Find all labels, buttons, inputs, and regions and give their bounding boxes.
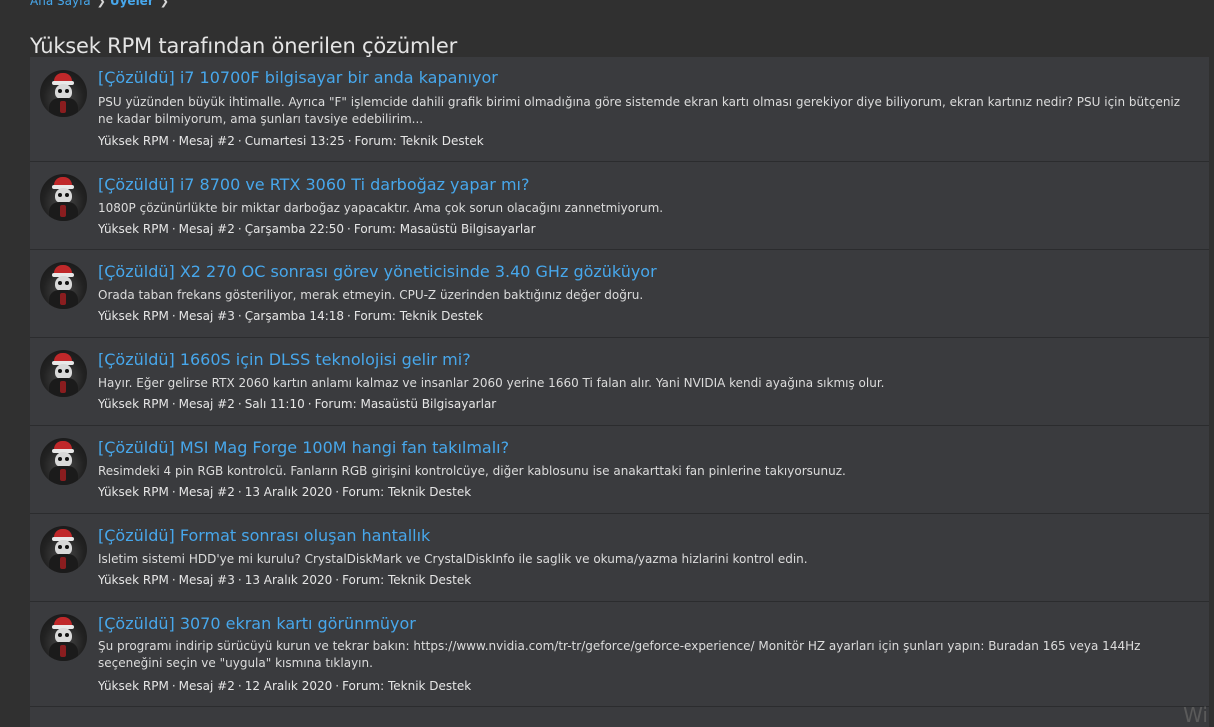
avatar[interactable] xyxy=(40,526,87,573)
skull-icon xyxy=(55,84,72,99)
author-link[interactable]: Yüksek RPM xyxy=(98,397,169,411)
avatar[interactable] xyxy=(40,438,87,485)
result-item: [Çözüldü] i7 10700F bilgisayar bir anda … xyxy=(30,57,1209,162)
result-item: [Çözüldü] 1660S için DLSS teknolojisi ge… xyxy=(30,338,1209,426)
post-link[interactable]: Mesaj #3 xyxy=(179,309,235,323)
post-link[interactable]: Mesaj #2 xyxy=(179,222,235,236)
breadcrumb-home[interactable]: Ana Sayfa xyxy=(30,0,91,8)
forum-link[interactable]: Forum: Teknik Destek xyxy=(354,309,483,323)
result-item: [Çözüldü] i7 8700 ve RTX 3060 Ti darboğa… xyxy=(30,162,1209,250)
forum-link[interactable]: Forum: Teknik Destek xyxy=(355,134,484,148)
post-link[interactable]: Mesaj #2 xyxy=(179,134,235,148)
santa-hat-icon xyxy=(52,441,74,453)
avatar[interactable] xyxy=(40,262,87,309)
post-date[interactable]: 13 Aralık 2020 xyxy=(245,485,333,499)
result-meta: Yüksek RPM · Mesaj #2 · 13 Aralık 2020 · Forum… xyxy=(98,485,472,499)
result-snippet: Isletim sistemi HDD'ye mi kurulu? Crysta… xyxy=(98,552,808,566)
result-title[interactable]: [Çözüldü] 1660S için DLSS teknolojisi ge… xyxy=(98,350,471,370)
post-date[interactable]: 12 Aralık 2020 xyxy=(245,679,333,693)
breadcrumb: Ana Sayfa ❯ Üyeler ❯ xyxy=(30,0,173,8)
result-item: [Çözüldü] MSI Mag Forge 100M hangi fan t… xyxy=(30,426,1209,514)
santa-hat-icon xyxy=(52,265,74,277)
author-link[interactable]: Yüksek RPM xyxy=(98,573,169,587)
result-snippet: 1080P çözünürlükte bir miktar darboğaz y… xyxy=(98,201,664,215)
skull-icon xyxy=(55,628,72,643)
result-meta: Yüksek RPM · Mesaj #3 · 13 Aralık 2020 · Forum… xyxy=(98,573,472,587)
post-date[interactable]: Salı 11:10 xyxy=(245,397,305,411)
avatar[interactable] xyxy=(40,174,87,221)
avatar[interactable] xyxy=(40,70,87,117)
result-title[interactable]: [Çözüldü] MSI Mag Forge 100M hangi fan t… xyxy=(98,438,509,458)
result-snippet: PSU yüzünden büyük ihtimalle. Ayrıca "F"… xyxy=(98,95,1181,126)
results-list: [Çözüldü] i7 10700F bilgisayar bir anda … xyxy=(30,57,1209,727)
post-link[interactable]: Mesaj #2 xyxy=(179,485,235,499)
post-link[interactable]: Mesaj #2 xyxy=(179,679,235,693)
result-title[interactable]: [Çözüldü] Format sonrası oluşan hantallı… xyxy=(98,526,430,546)
result-title[interactable]: [Çözüldü] 3070 ekran kartı görünmüyor xyxy=(98,614,416,634)
result-snippet: Şu programı indirip sürücüyü kurun ve te… xyxy=(98,639,1141,670)
result-item: [Çözüldü] Format sonrası oluşan hantallı… xyxy=(30,514,1209,602)
result-meta: Yüksek RPM · Mesaj #2 · Çarşamba 22:50 · Forum… xyxy=(98,222,536,236)
forum-link[interactable]: Forum: Masaüstü Bilgisayarlar xyxy=(354,222,536,236)
skull-icon xyxy=(55,452,72,467)
result-title[interactable]: [Çözüldü] i7 10700F bilgisayar bir anda … xyxy=(98,68,498,88)
forum-link[interactable]: Forum: Masaüstü Bilgisayarlar xyxy=(315,397,497,411)
author-link[interactable]: Yüksek RPM xyxy=(98,134,169,148)
breadcrumb-members[interactable]: Üyeler xyxy=(110,0,154,8)
result-snippet: Hayır. Eğer gelirse RTX 2060 kartın anla… xyxy=(98,376,885,390)
author-link[interactable]: Yüksek RPM xyxy=(98,485,169,499)
avatar[interactable] xyxy=(40,350,87,397)
skull-icon xyxy=(55,188,72,203)
result-title[interactable]: [Çözüldü] i7 8700 ve RTX 3060 Ti darboğa… xyxy=(98,175,529,195)
watermark-text: Wi xyxy=(1183,703,1208,727)
avatar[interactable] xyxy=(40,614,87,661)
forum-link[interactable]: Forum: Teknik Destek xyxy=(342,679,471,693)
santa-hat-icon xyxy=(52,353,74,365)
skull-icon xyxy=(55,276,72,291)
result-item: [Çözüldü] 3070 ekran kartı görünmüyor Şu… xyxy=(30,602,1209,707)
result-meta: Yüksek RPM · Mesaj #2 · Cumartesi 13:25 · Foru… xyxy=(98,134,484,148)
santa-hat-icon xyxy=(52,529,74,541)
author-link[interactable]: Yüksek RPM xyxy=(98,222,169,236)
result-meta: Yüksek RPM · Mesaj #3 · Çarşamba 14:18 · Forum… xyxy=(98,309,483,323)
post-link[interactable]: Mesaj #3 xyxy=(179,573,235,587)
result-item-partial xyxy=(30,707,1209,727)
result-snippet: Resimdeki 4 pin RGB kontrolcü. Fanların … xyxy=(98,464,846,478)
post-date[interactable]: Cumartesi 13:25 xyxy=(245,134,345,148)
forum-link[interactable]: Forum: Teknik Destek xyxy=(342,573,471,587)
post-date[interactable]: Çarşamba 14:18 xyxy=(245,309,344,323)
santa-hat-icon xyxy=(52,177,74,189)
post-link[interactable]: Mesaj #2 xyxy=(179,397,235,411)
skull-icon xyxy=(55,540,72,555)
forum-link[interactable]: Forum: Teknik Destek xyxy=(342,485,471,499)
result-meta: Yüksek RPM · Mesaj #2 · 12 Aralık 2020 · Forum… xyxy=(98,679,472,693)
post-date[interactable]: Çarşamba 22:50 xyxy=(245,222,344,236)
post-date[interactable]: 13 Aralık 2020 xyxy=(245,573,333,587)
skull-icon xyxy=(55,364,72,379)
author-link[interactable]: Yüksek RPM xyxy=(98,309,169,323)
result-item: [Çözüldü] X2 270 OC sonrası görev yöneti… xyxy=(30,250,1209,338)
result-title[interactable]: [Çözüldü] X2 270 OC sonrası görev yöneti… xyxy=(98,262,657,282)
santa-hat-icon xyxy=(52,73,74,85)
author-link[interactable]: Yüksek RPM xyxy=(98,679,169,693)
chevron-right-icon: ❯ xyxy=(159,0,169,8)
page-title: Yüksek RPM tarafından önerilen çözümler xyxy=(30,34,458,59)
santa-hat-icon xyxy=(52,617,74,629)
result-snippet: Orada taban frekans gösteriliyor, merak … xyxy=(98,288,644,302)
result-meta: Yüksek RPM · Mesaj #2 · Salı 11:10 · Forum: Ma… xyxy=(98,397,497,411)
chevron-right-icon: ❯ xyxy=(96,0,106,8)
